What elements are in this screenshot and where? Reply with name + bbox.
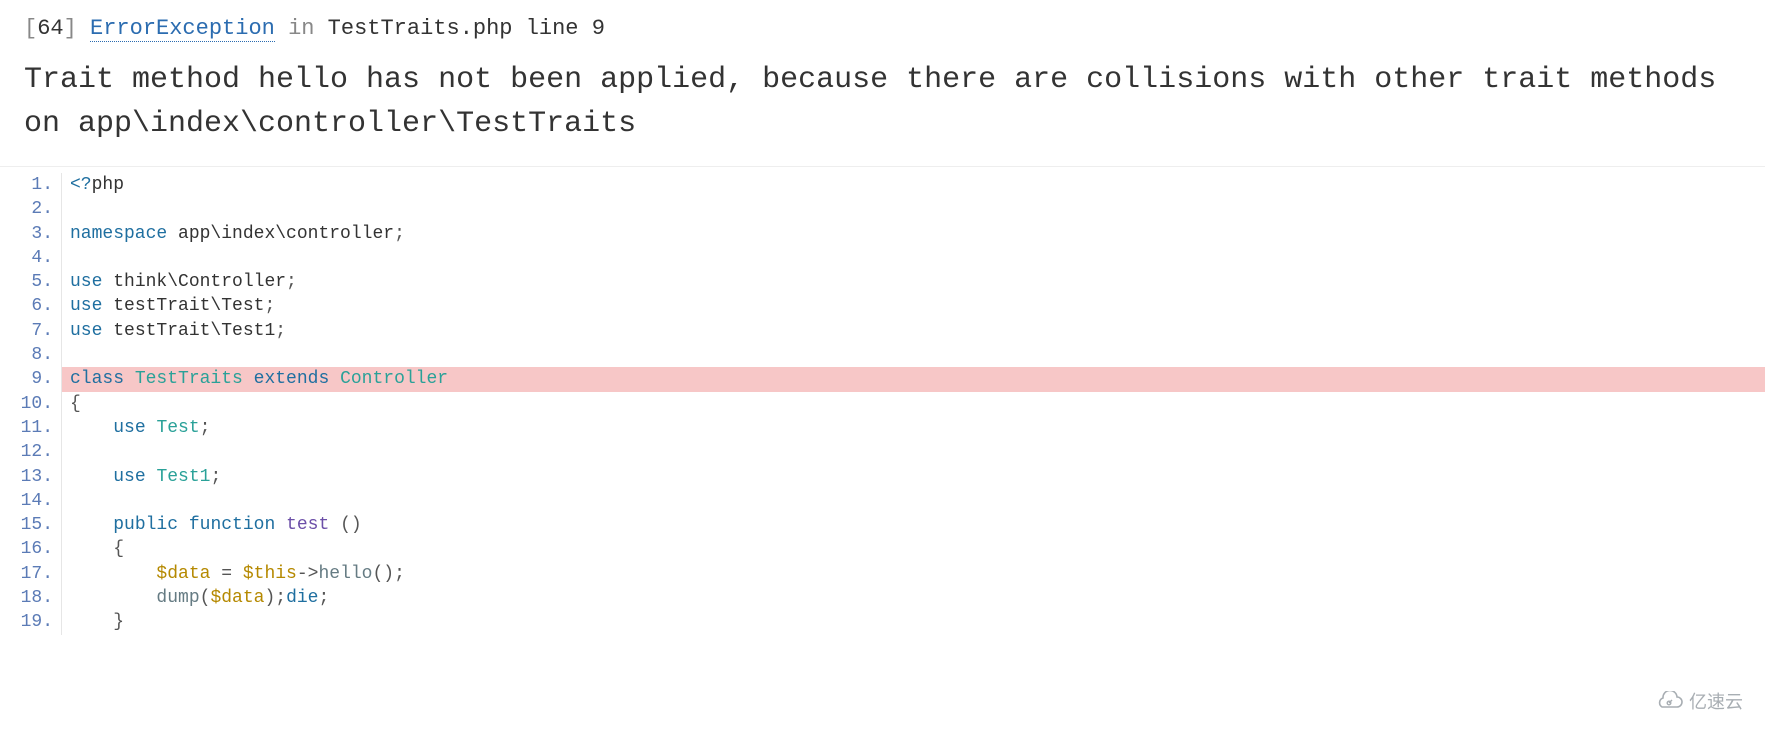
- line-number: 5.: [0, 270, 62, 294]
- code-source-block: 1.<?php2.3.namespace app\index\controlle…: [0, 167, 1765, 635]
- line-number: 6.: [0, 294, 62, 318]
- code-line: 15. public function test (): [0, 513, 1765, 537]
- code-line: 4.: [0, 246, 1765, 270]
- code-line: 8.: [0, 343, 1765, 367]
- line-number: 4.: [0, 246, 62, 270]
- code-line: 14.: [0, 489, 1765, 513]
- cloud-icon: [1655, 691, 1683, 711]
- line-number: 17.: [0, 562, 62, 586]
- code-content: [62, 343, 1765, 367]
- code-content: class TestTraits extends Controller: [62, 367, 1765, 391]
- code-line: 19. }: [0, 610, 1765, 634]
- code-content: }: [62, 610, 1765, 634]
- code-line: 5.use think\Controller;: [0, 270, 1765, 294]
- code-content: namespace app\index\controller;: [62, 222, 1765, 246]
- code-line: 18. dump($data);die;: [0, 586, 1765, 610]
- line-number: 1.: [0, 173, 62, 197]
- watermark: 亿速云: [1655, 688, 1743, 714]
- code-line: 17. $data = $this->hello();: [0, 562, 1765, 586]
- code-line: 12.: [0, 440, 1765, 464]
- line-number: 18.: [0, 586, 62, 610]
- line-number: 3.: [0, 222, 62, 246]
- exception-name-link[interactable]: ErrorException: [90, 16, 275, 42]
- code-content: [62, 246, 1765, 270]
- line-number: 16.: [0, 537, 62, 561]
- code-content: use testTrait\Test1;: [62, 319, 1765, 343]
- code-content: use think\Controller;: [62, 270, 1765, 294]
- code-content: use testTrait\Test;: [62, 294, 1765, 318]
- code-content: use Test;: [62, 416, 1765, 440]
- line-number: 12.: [0, 440, 62, 464]
- code-line: 16. {: [0, 537, 1765, 561]
- in-word: in: [288, 16, 314, 41]
- code-content: {: [62, 392, 1765, 416]
- code-content: <?php: [62, 173, 1765, 197]
- code-line: 10.{: [0, 392, 1765, 416]
- line-number: 2.: [0, 197, 62, 221]
- code-bracket: ]: [64, 16, 77, 41]
- line-number: 13.: [0, 465, 62, 489]
- code-line: 1.<?php: [0, 173, 1765, 197]
- line-number: 9.: [0, 367, 62, 391]
- line-number: 8.: [0, 343, 62, 367]
- line-number: 19.: [0, 610, 62, 634]
- code-bracket: [: [24, 16, 37, 41]
- line-number: 7.: [0, 319, 62, 343]
- code-line: 6.use testTrait\Test;: [0, 294, 1765, 318]
- code-line: 9.class TestTraits extends Controller: [0, 367, 1765, 391]
- code-line: 11. use Test;: [0, 416, 1765, 440]
- code-line: 3.namespace app\index\controller;: [0, 222, 1765, 246]
- line-number: 15.: [0, 513, 62, 537]
- code-content: dump($data);die;: [62, 586, 1765, 610]
- line-number: 11.: [0, 416, 62, 440]
- error-message: Trait method hello has not been applied,…: [0, 51, 1765, 167]
- line-number: 14.: [0, 489, 62, 513]
- line-number: 10.: [0, 392, 62, 416]
- code-content: {: [62, 537, 1765, 561]
- code-content: [62, 440, 1765, 464]
- code-content: [62, 197, 1765, 221]
- code-content: public function test (): [62, 513, 1765, 537]
- code-content: use Test1;: [62, 465, 1765, 489]
- code-line: 2.: [0, 197, 1765, 221]
- file-location: TestTraits.php line 9: [328, 16, 605, 41]
- code-content: [62, 489, 1765, 513]
- watermark-text: 亿速云: [1689, 688, 1743, 714]
- code-line: 13. use Test1;: [0, 465, 1765, 489]
- code-line: 7.use testTrait\Test1;: [0, 319, 1765, 343]
- error-header: [64] ErrorException in TestTraits.php li…: [0, 0, 1765, 51]
- error-code: 64: [37, 16, 63, 41]
- code-content: $data = $this->hello();: [62, 562, 1765, 586]
